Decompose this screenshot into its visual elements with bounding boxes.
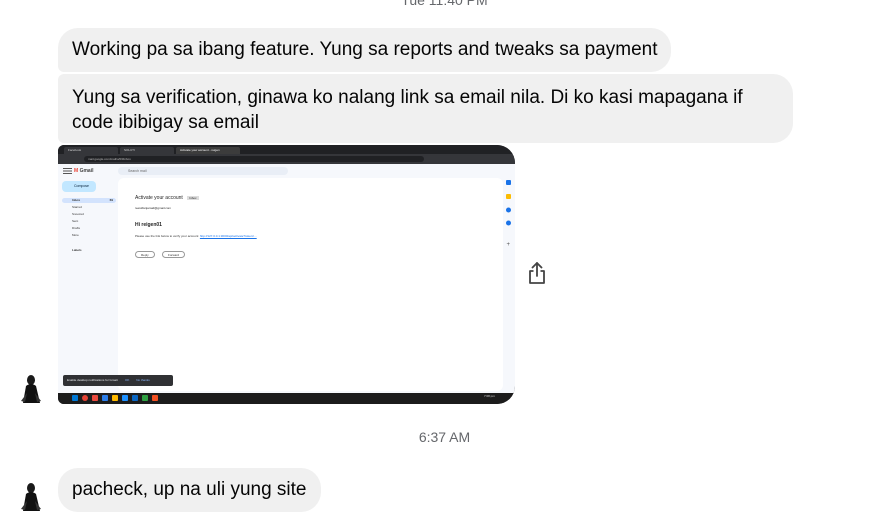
nav-label: Inbox bbox=[72, 198, 80, 202]
chat-thread: Tue 11:40 PM Working pa sa ibang feature… bbox=[0, 0, 889, 531]
nav-drafts: Drafts bbox=[72, 226, 81, 230]
forward-button: Forward bbox=[162, 251, 186, 258]
share-icon bbox=[529, 262, 545, 284]
image-attachment[interactable]: Facebook SOLUTI Activate your account - … bbox=[58, 145, 515, 404]
inbox-count: 69 bbox=[109, 198, 113, 202]
app-icon bbox=[122, 395, 128, 401]
nav-starred: Starred bbox=[72, 205, 82, 209]
nav-sent: Sent bbox=[72, 219, 79, 223]
timestamp-top: Tue 11:40 PM bbox=[401, 0, 488, 8]
app-icon bbox=[102, 395, 108, 401]
toast-no-thanks: No thanks bbox=[136, 378, 150, 382]
nav-inbox: Inbox 69 bbox=[62, 198, 116, 203]
chrome-icon bbox=[82, 395, 88, 401]
app-icon bbox=[132, 395, 138, 401]
message-bubble[interactable]: Working pa sa ibang feature. Yung sa rep… bbox=[58, 28, 672, 72]
reply-button: Reply bbox=[135, 251, 155, 258]
notification-toast: Enable desktop notifications for Gmail. … bbox=[63, 375, 173, 386]
side-panel-icons: + bbox=[506, 180, 511, 248]
email-view: Activate your account Inbox reeiolfanjam… bbox=[118, 178, 503, 391]
avatar[interactable] bbox=[18, 373, 44, 403]
toast-ok: OK bbox=[125, 378, 130, 382]
app-icon bbox=[92, 395, 98, 401]
app-icon bbox=[152, 395, 158, 401]
folder-icon bbox=[112, 395, 118, 401]
nav-more: More bbox=[72, 233, 79, 237]
address-bar: mail.google.com/mail/u/0/#inbox bbox=[84, 156, 424, 162]
nav-snoozed: Snoozed bbox=[72, 212, 84, 216]
toast-text: Enable desktop notifications for Gmail. bbox=[67, 378, 119, 382]
email-greeting: Hi reigen01 bbox=[135, 222, 162, 228]
email-body: Please use the link below to verify your… bbox=[135, 234, 257, 238]
share-button[interactable] bbox=[524, 259, 550, 287]
browser-tab-active: Activate your account - reigen bbox=[176, 147, 240, 154]
taskbar-clock: 7:08 pm bbox=[484, 394, 495, 398]
svg-text:+: + bbox=[507, 242, 511, 248]
app-icon bbox=[142, 395, 148, 401]
message-bubble[interactable]: pacheck, up na uli yung site bbox=[58, 468, 321, 512]
email-link: http://127.0.0.1:3000/api/activate?token… bbox=[199, 234, 257, 238]
message-bubble[interactable]: Yung sa verification, ginawa ko nalang l… bbox=[58, 74, 793, 143]
gmail-logo: M Gmail bbox=[74, 168, 93, 174]
compose-button: Compose bbox=[62, 181, 96, 192]
labels-heading: Labels bbox=[72, 248, 82, 252]
browser-tab: Facebook bbox=[64, 147, 118, 154]
email-sender: reeiolfanjamail@gmail.com bbox=[135, 206, 172, 210]
menu-icon bbox=[63, 168, 72, 174]
inbox-tag: Inbox bbox=[187, 196, 199, 200]
avatar[interactable] bbox=[18, 481, 44, 511]
email-subject-text: Activate your account bbox=[135, 195, 183, 201]
browser-tab: SOLUTI bbox=[120, 147, 174, 154]
search-bar: Search mail bbox=[118, 167, 288, 175]
windows-start-icon bbox=[72, 395, 78, 401]
gmail-m-icon: M bbox=[74, 168, 79, 174]
gmail-page: M Gmail Search mail Compose Inbox 69 Sta… bbox=[58, 164, 515, 393]
timestamp-middle: 6:37 AM bbox=[418, 429, 471, 445]
gmail-label: Gmail bbox=[79, 168, 94, 174]
email-subject: Activate your account Inbox bbox=[135, 195, 199, 201]
email-body-text: Please use the link below to verify your… bbox=[135, 234, 200, 238]
